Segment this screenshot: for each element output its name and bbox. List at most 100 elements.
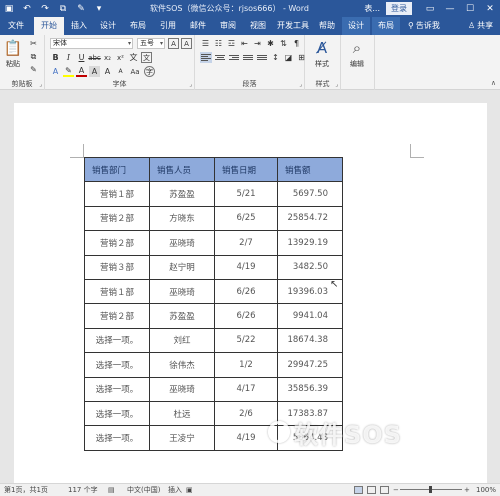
date-cell[interactable]: 1/2 (214, 352, 278, 378)
amount-cell[interactable]: 13929.19 (277, 230, 343, 256)
italic-button[interactable]: I (63, 52, 74, 63)
date-cell[interactable]: 6/26 (214, 278, 278, 305)
tab-design[interactable]: 设计 (94, 17, 122, 35)
editing-button[interactable]: ⌕ 编辑 (347, 37, 367, 69)
macro-icon[interactable]: ▣ (186, 484, 193, 496)
login-button[interactable]: 登录 (386, 2, 412, 15)
zoom-slider-knob[interactable] (429, 486, 432, 493)
paragraph-shading-icon[interactable]: ◪ (283, 52, 294, 63)
align-right-icon[interactable] (228, 52, 240, 63)
salesperson-cell[interactable]: 苏盈盈 (149, 303, 215, 329)
numbering-icon[interactable]: ☷ (213, 38, 224, 49)
department-cell[interactable]: 营销３部 (84, 254, 150, 280)
subscript-button[interactable]: x₂ (102, 52, 113, 63)
decrease-indent-icon[interactable]: ⇤ (239, 38, 250, 49)
multilevel-list-icon[interactable]: ☲ (226, 38, 237, 49)
ribbon-display-icon[interactable]: ▭ (420, 0, 440, 17)
shading-icon[interactable]: A (89, 66, 100, 77)
header-cell[interactable]: 销售日期 (214, 156, 278, 183)
salesperson-cell[interactable]: 赵宁明 (149, 254, 215, 280)
highlight-icon[interactable]: ✎ (63, 66, 74, 77)
department-cell[interactable]: 选择一项。 (84, 327, 150, 354)
font-launcher-icon[interactable]: ⌟ (189, 81, 192, 88)
tab-layout[interactable]: 布局 (124, 17, 152, 35)
tab-insert[interactable]: 插入 (66, 17, 92, 35)
format-painter-icon[interactable]: ✎ (72, 0, 90, 17)
tab-mailings[interactable]: 邮件 (184, 17, 212, 35)
date-cell[interactable]: 5/21 (214, 181, 278, 207)
department-cell[interactable]: 营销１部 (84, 181, 150, 207)
paste-button[interactable]: 📋 粘贴 (3, 37, 23, 69)
collapse-ribbon-icon[interactable]: ∧ (491, 79, 496, 87)
language-indicator[interactable]: 中文(中国) (127, 484, 160, 496)
date-cell[interactable]: 4/17 (214, 376, 278, 402)
pinyin-guide-icon[interactable]: 文 (128, 52, 139, 63)
read-mode-icon[interactable] (354, 486, 363, 494)
amount-cell[interactable]: 3482.50 (277, 254, 343, 280)
insert-mode[interactable]: 插入 (168, 484, 182, 496)
minimize-icon[interactable]: — (440, 0, 460, 17)
font-name-combo[interactable]: 宋体 ▾ (50, 38, 133, 49)
redo-icon[interactable]: ↷ (36, 0, 54, 17)
zoom-out-icon[interactable]: − (393, 484, 399, 496)
proofing-icon[interactable]: ▤ (108, 484, 115, 496)
date-cell[interactable]: 6/25 (214, 205, 278, 232)
tab-file[interactable]: 文件 (2, 17, 30, 35)
tab-table-layout[interactable]: 布局 (372, 17, 400, 35)
text-effects-icon[interactable]: A (50, 66, 61, 77)
date-cell[interactable]: 5/22 (214, 327, 278, 354)
cut-icon[interactable]: ✂ (28, 38, 39, 49)
copy-small-icon[interactable]: ⧉ (28, 51, 39, 62)
department-cell[interactable]: 选择一项。 (84, 425, 150, 451)
text-box-icon[interactable]: A (181, 38, 192, 49)
chinese-layout-icon[interactable]: ✱ (265, 38, 276, 49)
share-button[interactable]: ♙ 共享 (468, 17, 493, 35)
header-cell[interactable]: 销售部门 (84, 156, 150, 183)
shrink-font-icon[interactable]: A (115, 66, 126, 77)
salesperson-cell[interactable]: 苏盈盈 (149, 181, 215, 207)
maximize-icon[interactable]: ☐ (460, 0, 480, 17)
underline-button[interactable]: U (76, 52, 87, 63)
increase-indent-icon[interactable]: ⇥ (252, 38, 263, 49)
copy-icon[interactable]: ⧉ (54, 0, 72, 17)
dropdown-icon[interactable]: ▾ (90, 0, 108, 17)
amount-cell[interactable]: 18674.38 (277, 327, 343, 354)
page-count[interactable]: 第1页，共1页 (4, 484, 48, 496)
save-icon[interactable]: ▣ (0, 0, 18, 17)
salesperson-cell[interactable]: 方晓东 (149, 205, 215, 232)
font-color-icon[interactable]: A (76, 66, 87, 77)
tell-me-search[interactable]: ⚲ 告诉我 (408, 17, 440, 35)
date-cell[interactable]: 6/26 (214, 303, 278, 329)
department-cell[interactable]: 营销２部 (84, 303, 150, 329)
tab-review[interactable]: 审阅 (214, 17, 242, 35)
salesperson-cell[interactable]: 王凌宁 (149, 425, 215, 451)
tab-developer[interactable]: 开发工具 (274, 17, 312, 35)
department-cell[interactable]: 选择一项。 (84, 400, 150, 427)
styles-button[interactable]: A̸ 样式 (312, 37, 332, 69)
tab-home[interactable]: 开始 (34, 17, 64, 35)
align-center-icon[interactable] (214, 52, 226, 63)
show-marks-icon[interactable]: ¶ (291, 38, 302, 49)
superscript-button[interactable]: x² (115, 52, 126, 63)
amount-cell[interactable]: 35856.39 (277, 376, 343, 402)
salesperson-cell[interactable]: 巫晓琦 (149, 376, 215, 402)
print-layout-icon[interactable] (367, 486, 376, 494)
date-cell[interactable]: 4/19 (214, 254, 278, 280)
align-left-icon[interactable] (200, 52, 212, 63)
department-cell[interactable]: 选择一项。 (84, 352, 150, 378)
salesperson-cell[interactable]: 巫晓琦 (149, 278, 215, 305)
format-painter-small-icon[interactable]: ✎ (28, 64, 39, 75)
enclose-char-icon[interactable]: 字 (144, 66, 155, 77)
salesperson-cell[interactable]: 巫晓琦 (149, 230, 215, 256)
clear-format-icon[interactable]: A (168, 38, 179, 49)
department-cell[interactable]: 营销２部 (84, 205, 150, 232)
amount-cell[interactable]: 5697.50 (277, 181, 343, 207)
amount-cell[interactable]: 29947.25 (277, 352, 343, 378)
char-border-icon[interactable]: 文 (141, 52, 152, 63)
undo-icon[interactable]: ↶ (18, 0, 36, 17)
clipboard-launcher-icon[interactable]: ⌟ (39, 81, 42, 88)
sales-table[interactable]: 销售部门 销售人员 销售日期 销售额 营销１部 苏盈盈 5/21 5697.50 营销２… (84, 156, 343, 451)
paragraph-launcher-icon[interactable]: ⌟ (299, 81, 302, 88)
word-count[interactable]: 117 个字 (68, 484, 98, 496)
date-cell[interactable]: 2/7 (214, 230, 278, 256)
